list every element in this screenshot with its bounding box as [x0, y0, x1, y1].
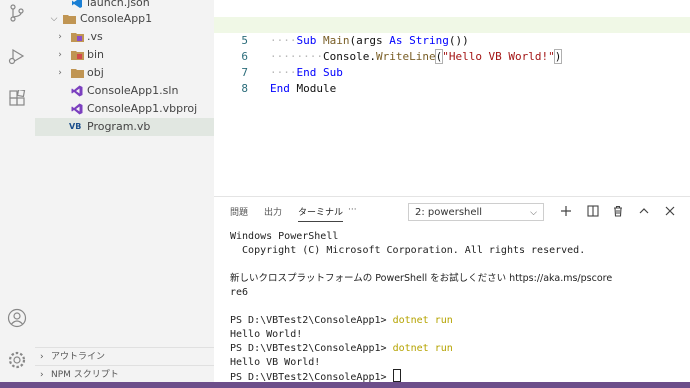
split-terminal-icon[interactable] — [585, 203, 601, 219]
terminal-line: re6 — [230, 287, 249, 298]
tree-item-label: .vs — [87, 30, 103, 43]
explorer-sidebar: launch.json ⌵ ConsoleApp1 › .vs › bin › … — [35, 0, 214, 382]
tree-item-obj[interactable]: › obj — [35, 64, 214, 82]
new-terminal-icon[interactable] — [558, 203, 574, 219]
chevron-right-icon[interactable]: › — [55, 46, 65, 64]
terminal-cursor — [392, 369, 401, 382]
terminal-select[interactable]: 2: powershell ⌵ — [408, 203, 544, 221]
tree-item-consoleapp1[interactable]: ⌵ ConsoleApp1 — [35, 10, 214, 28]
maximize-panel-icon[interactable] — [636, 203, 652, 219]
source-control-icon[interactable] — [6, 2, 28, 24]
terminal-line: PS D:\VBTest2\ConsoleApp1> dotnet run — [230, 343, 453, 354]
terminal-line: PS D:\VBTest2\ConsoleApp1> dotnet run — [230, 315, 453, 326]
extensions-icon[interactable] — [6, 88, 28, 110]
code-text: Module — [296, 82, 337, 95]
trash-icon[interactable] — [610, 203, 626, 219]
folder-icon — [63, 13, 76, 25]
chevron-down-icon: ⌵ — [530, 208, 537, 218]
tree-item-label: ConsoleApp1 — [80, 12, 153, 25]
folder-vs-icon — [71, 31, 84, 43]
terminal-select-value: 2: powershell — [415, 207, 483, 218]
outline-section-header[interactable]: › アウトライン — [35, 347, 214, 366]
tree-item-label: ConsoleApp1.vbproj — [87, 102, 198, 115]
close-icon[interactable] — [662, 203, 678, 219]
tree-item-label: ConsoleApp1.sln — [87, 84, 179, 97]
tree-item-consoleapp1-sln[interactable]: ConsoleApp1.sln — [35, 82, 214, 100]
chevron-right-icon: › — [40, 352, 44, 362]
more-tabs-button[interactable]: ··· — [348, 205, 357, 215]
tree-item-label: Program.vb — [87, 120, 151, 133]
code-line: 6 ····End Sub — [214, 33, 690, 79]
run-debug-icon[interactable] — [6, 45, 28, 67]
terminal-line: Copyright (C) Microsoft Corporation. All… — [230, 245, 586, 256]
vscode-file-icon — [71, 0, 83, 9]
terminal-command: dotnet run — [392, 343, 453, 354]
code-line-highlighted: 5 ········Console.WriteLine("Hello VB Wo… — [214, 17, 690, 64]
terminal-line: 新しいクロスプラットフォームの PowerShell をお試しください http… — [230, 273, 613, 284]
terminal-line: Hello VB World! — [230, 357, 321, 368]
code-line: 7 End Module — [214, 49, 690, 95]
folder-bin-icon — [71, 49, 84, 61]
terminal-line: Windows PowerShell — [230, 231, 339, 242]
visual-studio-icon — [71, 85, 83, 97]
tree-item-label: obj — [87, 66, 104, 79]
code-editor[interactable]: 4 ····Sub Main(args As String()) 5 ·····… — [214, 0, 690, 196]
line-number: 8 — [241, 82, 248, 95]
terminal-line: Hello World! — [230, 329, 303, 340]
code-line: 8 — [214, 65, 690, 95]
chevron-right-icon[interactable]: › — [55, 28, 65, 46]
tree-item-vs[interactable]: › .vs — [35, 28, 214, 46]
tree-item-program-vb[interactable]: VB Program.vb — [35, 118, 214, 136]
vb-file-icon: VB — [69, 122, 82, 131]
visual-studio-icon — [71, 103, 83, 115]
status-bar — [0, 382, 690, 388]
settings-gear-icon[interactable] — [6, 349, 28, 371]
tree-item-label: bin — [87, 48, 105, 61]
terminal-command: dotnet run — [392, 315, 453, 326]
tab-terminal[interactable]: ターミナル — [298, 205, 344, 222]
tab-problems[interactable]: 問題 — [230, 205, 248, 218]
tab-output[interactable]: 出力 — [264, 205, 282, 218]
code-line: 4 ····Sub Main(args As String()) — [214, 1, 690, 47]
tree-item-bin[interactable]: › bin — [35, 46, 214, 64]
bottom-panel: 問題 出力 ターミナル ··· 2: powershell ⌵ Windows … — [214, 196, 690, 383]
keyword: End — [270, 82, 297, 95]
folder-icon — [71, 67, 84, 79]
chevron-down-icon[interactable]: ⌵ — [49, 10, 59, 28]
outline-label: アウトライン — [51, 352, 106, 362]
activity-bar — [0, 0, 35, 382]
chevron-right-icon[interactable]: › — [55, 64, 65, 82]
account-icon[interactable] — [6, 307, 28, 329]
tree-item-consoleapp1-vbproj[interactable]: ConsoleApp1.vbproj — [35, 100, 214, 118]
